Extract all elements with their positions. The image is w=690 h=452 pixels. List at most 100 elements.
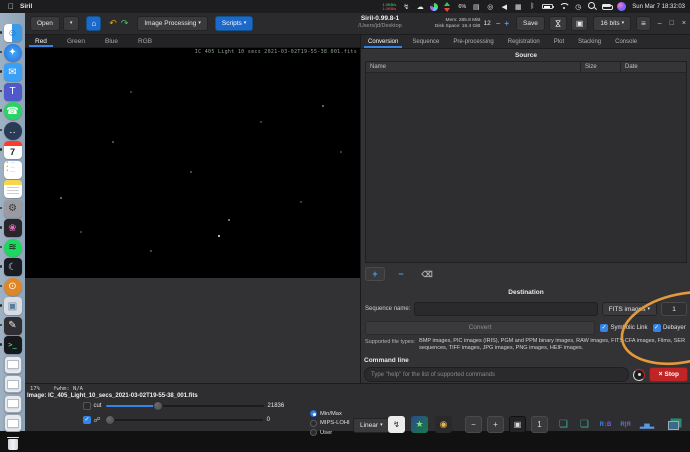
low-cutoff-slider[interactable] xyxy=(104,414,263,425)
home-button[interactable]: ⌂ xyxy=(86,16,102,31)
undo-button[interactable]: ↶ xyxy=(107,18,119,29)
notebook-tab[interactable]: Stacking xyxy=(571,35,608,48)
channel-tab[interactable]: Blue xyxy=(95,35,128,47)
dock-icon-notes[interactable] xyxy=(3,180,22,198)
zoom-increase-button[interactable]: + xyxy=(502,19,511,28)
flip-vertical-button[interactable]: ❏ xyxy=(576,416,593,433)
dock-icon-trash[interactable] xyxy=(4,434,22,452)
swap-hourglass-button[interactable]: ⋈ xyxy=(548,16,567,31)
channel-tab[interactable]: Green xyxy=(57,35,95,47)
display-mode-radio[interactable]: MIPS-LOHI xyxy=(310,419,350,427)
symbolic-link-checkbox[interactable]: ✓ Symbolic Link xyxy=(600,323,648,332)
dock-icon-settings[interactable]: ⚙ xyxy=(0,199,22,218)
source-file-list[interactable]: Name Size Date xyxy=(365,61,687,263)
battery-icon[interactable] xyxy=(542,4,555,9)
high-cutoff-slider[interactable] xyxy=(105,400,264,411)
add-files-button[interactable]: + xyxy=(365,267,385,281)
sequence-name-input[interactable] xyxy=(414,302,598,316)
fits-image[interactable]: IC 405 Light 10 secs 2021-03-02T19-55-38… xyxy=(25,48,360,278)
bluetooth-icon[interactable]: ᛒ xyxy=(528,1,536,12)
cpu-percent[interactable]: 6% xyxy=(458,1,466,12)
stocks-icon[interactable] xyxy=(444,1,452,12)
output-format-dropdown[interactable]: FITS images ▾ xyxy=(601,302,657,316)
notebook-tab[interactable]: Registration xyxy=(501,35,547,48)
channel-tab[interactable]: RGB xyxy=(128,35,162,47)
histogram-button[interactable]: ▂▅▂ xyxy=(638,416,655,433)
dock-window-thumbnail-3[interactable] xyxy=(3,394,22,413)
maximize-button[interactable]: □ xyxy=(666,20,678,27)
dock-icon-astro-dark-app[interactable]: ☾ xyxy=(0,258,22,276)
network-speed-indicator[interactable]: 1.0KB/s 1.0KB/s xyxy=(382,1,396,12)
display-mirroring-icon[interactable]: ▤ xyxy=(472,1,480,12)
sequence-layers-button[interactable] xyxy=(665,416,682,433)
dock-icon-spotify[interactable]: ≋ xyxy=(0,238,22,257)
link-channels-checkbox[interactable]: ✓ ☍ xyxy=(83,415,101,424)
low-cutoff-value[interactable]: 0 xyxy=(267,417,291,423)
slider-handle[interactable] xyxy=(104,414,115,425)
clock-icon[interactable]: ◷ xyxy=(574,1,582,12)
scripts-menu-button[interactable]: Scripts ▾ xyxy=(214,16,254,31)
photometry-button[interactable]: ◉ xyxy=(435,416,452,433)
pie-chart-icon[interactable] xyxy=(430,2,439,11)
mirror-button[interactable]: R |Я xyxy=(617,416,634,433)
column-header-name[interactable]: Name xyxy=(366,62,581,72)
notebook-tab[interactable]: Conversion xyxy=(361,35,405,48)
dock-icon-mail[interactable]: ✉ xyxy=(0,63,22,81)
minimize-button[interactable]: – xyxy=(654,20,666,27)
power-icon[interactable]: ↯ xyxy=(402,1,410,12)
command-input[interactable]: Type "help" for the list of supported co… xyxy=(364,367,630,382)
zoom-decrease-button[interactable]: − xyxy=(494,19,503,28)
display-mode-radio[interactable]: Min/Max xyxy=(310,410,350,417)
rb-swap-button[interactable]: R ↕B xyxy=(597,416,614,433)
cloud-icon[interactable]: ☁ xyxy=(416,1,424,12)
zoom-in-button[interactable]: + xyxy=(487,416,504,433)
fit-to-window-button[interactable]: ▣ xyxy=(509,416,526,433)
command-status-icon[interactable] xyxy=(633,368,646,381)
slider-handle[interactable] xyxy=(152,400,163,411)
channel-tab[interactable]: Red xyxy=(25,35,57,47)
convert-button[interactable]: Convert xyxy=(365,320,595,335)
dock-icon-calendar[interactable]: 7 xyxy=(0,141,22,159)
zoom-out-button[interactable]: − xyxy=(465,416,482,433)
notebook-tab[interactable]: Sequence xyxy=(405,35,446,48)
snapshot-button[interactable]: ▣ xyxy=(570,16,589,31)
notebook-tab[interactable]: Plot xyxy=(547,35,571,48)
notebook-tab[interactable]: Console xyxy=(608,35,644,48)
dock-icon-image-viewer[interactable]: ▣ xyxy=(0,297,22,315)
dock-icon-finder[interactable]: ☺ xyxy=(0,24,22,42)
wifi-icon[interactable] xyxy=(559,3,568,10)
open-recent-dropdown[interactable]: ▾ xyxy=(62,16,80,31)
redo-button[interactable]: ↷ xyxy=(119,18,131,29)
search-icon[interactable] xyxy=(588,2,596,11)
star-detection-button[interactable]: ★ xyxy=(411,416,428,433)
dock-icon-teams[interactable]: T xyxy=(0,82,22,101)
high-cutoff-value[interactable]: 21836 xyxy=(268,403,292,409)
control-center-icon[interactable] xyxy=(602,3,614,11)
astrometry-flash-button[interactable]: ↯ xyxy=(388,416,405,433)
dock-icon-safari[interactable]: ✦ xyxy=(0,43,22,62)
dock-icon-terminal[interactable]: >_ xyxy=(0,336,22,354)
volume-icon[interactable]: ◀ xyxy=(500,1,508,12)
close-button[interactable]: × xyxy=(678,20,690,27)
debayer-checkbox[interactable]: ✓ Debayer xyxy=(652,323,686,332)
dock-icon-photos[interactable]: ❀ xyxy=(0,219,22,237)
column-header-size[interactable]: Size xyxy=(581,62,621,72)
save-button[interactable]: Save xyxy=(516,16,545,31)
dock-icon-whatsapp[interactable]: ☎ xyxy=(0,102,22,120)
clear-list-button[interactable]: ⌫ xyxy=(417,267,437,281)
display-mode-radio[interactable]: User xyxy=(310,429,350,436)
image-canvas[interactable]: IC 405 Light 10 secs 2021-03-02T19-55-38… xyxy=(25,48,360,383)
image-processing-menu-button[interactable]: Image Processing ▾ xyxy=(137,16,208,31)
open-button[interactable]: Open xyxy=(30,16,60,31)
hamburger-menu-button[interactable]: ≡ xyxy=(636,16,651,31)
column-header-date[interactable]: Date xyxy=(621,62,686,72)
remove-files-button[interactable]: − xyxy=(391,267,411,281)
dock-icon-orange-search-app[interactable]: ⊙ xyxy=(0,277,22,296)
bit-depth-dropdown[interactable]: 16 bits ▾ xyxy=(593,16,632,31)
dock-icon-annotate-tool[interactable]: ✎ xyxy=(0,316,22,335)
dock-window-thumbnail-1[interactable] xyxy=(3,355,22,374)
screen-record-icon[interactable]: ◎ xyxy=(486,1,494,12)
notebook-tab[interactable]: Pre-processing xyxy=(446,35,500,48)
dock-window-thumbnail-4[interactable] xyxy=(3,414,22,432)
stop-button[interactable]: × Stop xyxy=(649,367,688,382)
